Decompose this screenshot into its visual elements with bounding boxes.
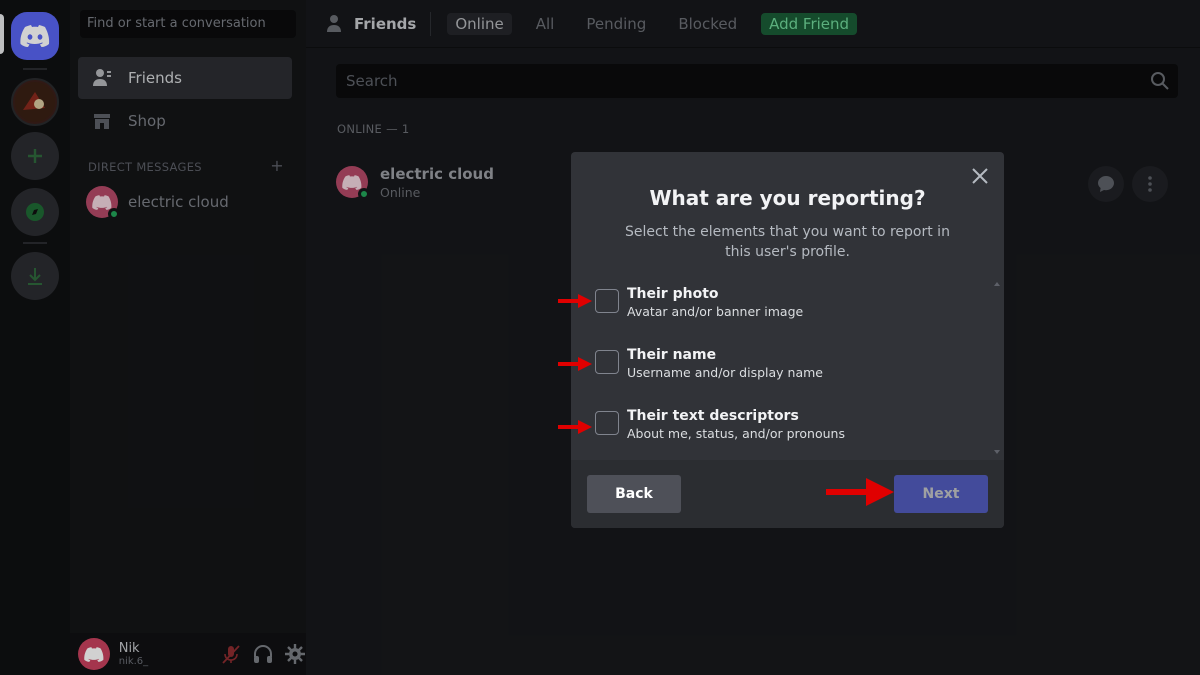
option-photo[interactable]: Their photo Avatar and/or banner image — [595, 286, 803, 319]
close-button[interactable] — [968, 164, 992, 188]
option-name[interactable]: Their name Username and/or display name — [595, 347, 823, 380]
option-description: Avatar and/or banner image — [627, 304, 804, 319]
option-text: Their text descriptors About me, status,… — [627, 408, 845, 441]
red-arrow-icon — [558, 357, 592, 371]
option-title: Their photo — [627, 286, 719, 302]
red-arrow-icon — [558, 294, 592, 308]
option-description: About me, status, and/or pronouns — [627, 426, 845, 441]
text-descriptors-checkbox[interactable] — [595, 411, 619, 435]
modal-footer: Back Next — [571, 460, 1004, 528]
photo-checkbox[interactable] — [595, 289, 619, 313]
report-options-list: Their photo Avatar and/or banner image T… — [571, 278, 1004, 460]
option-title: Their text descriptors — [627, 408, 799, 424]
name-checkbox[interactable] — [595, 350, 619, 374]
scroll-down-arrow[interactable] — [994, 450, 1000, 454]
option-text: Their name Username and/or display name — [627, 347, 823, 380]
option-title: Their name — [627, 347, 717, 363]
discord-app: Find or start a conversation Friends Sho… — [0, 0, 1200, 675]
scroll-up-arrow[interactable] — [994, 282, 1000, 286]
red-arrow-icon — [558, 420, 592, 434]
modal-subtitle: Select the elements that you want to rep… — [625, 224, 950, 260]
option-text: Their photo Avatar and/or banner image — [627, 286, 803, 319]
option-text-descriptors[interactable]: Their text descriptors About me, status,… — [595, 408, 845, 441]
close-icon — [972, 168, 988, 184]
report-modal: What are you reporting? Select the eleme… — [571, 152, 1004, 528]
red-arrow-icon — [826, 478, 894, 506]
modal-title: What are you reporting? — [649, 186, 926, 210]
next-button[interactable]: Next — [894, 475, 988, 513]
back-button[interactable]: Back — [587, 475, 681, 513]
option-description: Username and/or display name — [627, 365, 823, 380]
